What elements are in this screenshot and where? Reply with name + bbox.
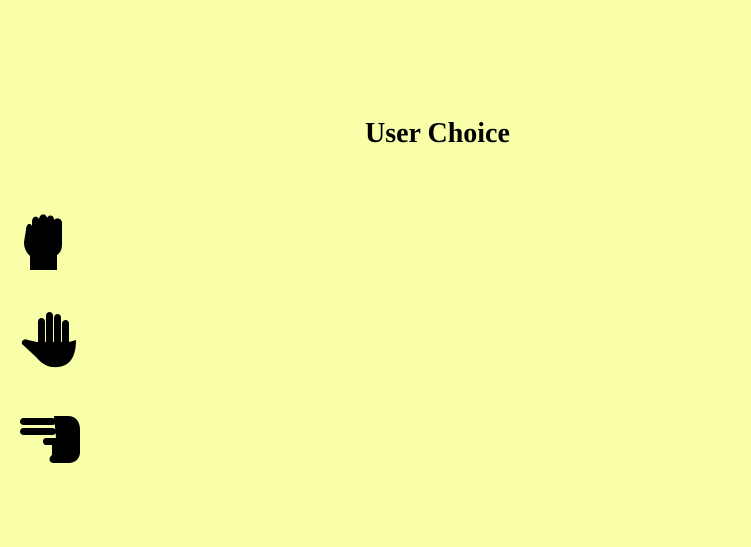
paper-choice-button[interactable] [20, 308, 82, 370]
hand-paper-icon [21, 312, 77, 368]
hand-rock-icon [24, 214, 62, 270]
rock-choice-button[interactable] [20, 208, 82, 270]
hand-scissors-icon [20, 416, 80, 463]
choice-list [20, 208, 82, 468]
scissors-choice-button[interactable] [20, 412, 82, 474]
user-choice-title: User Choice [365, 118, 510, 149]
